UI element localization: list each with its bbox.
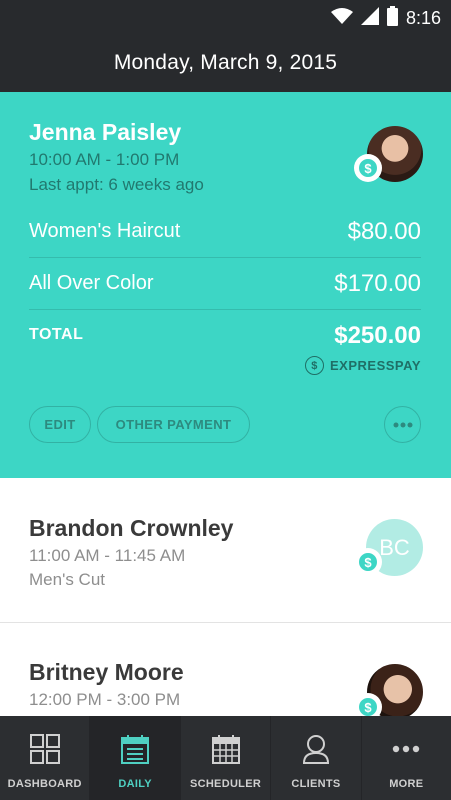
- other-payment-button[interactable]: OTHER PAYMENT: [97, 406, 250, 443]
- edit-button[interactable]: EDIT: [29, 406, 91, 443]
- more-dots-icon: [393, 422, 412, 427]
- service-name: Women's Haircut: [29, 220, 181, 242]
- tab-label: CLIENTS: [291, 778, 341, 790]
- client-name: Britney Moore: [29, 659, 184, 685]
- expresspay-label: EXPRESSPAY: [330, 358, 421, 373]
- appointment-time: 11:00 AM - 11:45 AM: [29, 546, 186, 565]
- dashboard-icon: [29, 734, 60, 764]
- status-time: 8:16: [405, 8, 441, 28]
- person-icon: [302, 735, 329, 764]
- service-name: All Over Color: [29, 272, 154, 294]
- tab-clients[interactable]: CLIENTS: [271, 716, 362, 800]
- client-name: Brandon Crownley: [29, 515, 234, 541]
- expresspay-indicator: $ EXPRESSPAY: [305, 356, 421, 375]
- total-label: TOTAL: [29, 326, 84, 343]
- appointment-time: 10:00 AM - 1:00 PM: [29, 150, 180, 169]
- dollar-icon: $: [305, 356, 324, 375]
- avatar-initials: BC: [379, 534, 410, 560]
- wifi-icon: [330, 7, 353, 30]
- service-row: Women's Haircut $80.00: [29, 206, 421, 258]
- dollar-icon: $: [357, 157, 379, 179]
- expresspay-badge: $: [354, 548, 382, 576]
- dollar-icon: $: [357, 551, 379, 573]
- service-price: $170.00: [334, 269, 421, 297]
- dollar-icon: $: [357, 696, 379, 718]
- last-appointment: Last appt: 6 weeks ago: [29, 175, 204, 194]
- tab-label: DAILY: [118, 778, 152, 790]
- tab-label: MORE: [389, 778, 424, 790]
- expresspay-badge: $: [354, 154, 382, 182]
- status-bar: 8:16: [0, 0, 451, 34]
- status-icons: 8:16: [330, 6, 441, 31]
- more-dots-icon: [393, 745, 420, 753]
- appointment-service: Men's Cut: [29, 570, 105, 589]
- appointment-time: 12:00 PM - 3:00 PM: [29, 690, 181, 709]
- more-options-button[interactable]: [384, 406, 421, 443]
- total-value: $250.00: [334, 322, 421, 349]
- tab-daily[interactable]: DAILY: [90, 716, 181, 800]
- tab-more[interactable]: MORE: [362, 716, 451, 800]
- appointment-row[interactable]: Britney Moore 12:00 PM - 3:00 PM $: [0, 623, 451, 721]
- calendar-list-icon: [121, 735, 150, 764]
- battery-icon: [386, 6, 398, 31]
- service-price: $80.00: [347, 217, 421, 245]
- tab-scheduler[interactable]: SCHEDULER: [181, 716, 272, 800]
- appointment-row[interactable]: Brandon Crownley 11:00 AM - 11:45 AM Men…: [0, 478, 451, 623]
- tab-dashboard[interactable]: DASHBOARD: [0, 716, 91, 800]
- bottom-tab-bar: DASHBOARD DAILY SCHEDULER CLIENTS MORE: [0, 716, 451, 800]
- calendar-grid-icon: [211, 735, 240, 764]
- tab-label: SCHEDULER: [189, 778, 262, 790]
- date-header: Monday, March 9, 2015: [0, 34, 451, 92]
- tab-label: DASHBOARD: [7, 778, 82, 790]
- page-title: Monday, March 9, 2015: [113, 51, 338, 74]
- client-name: Jenna Paisley: [29, 119, 182, 145]
- active-appointment-card[interactable]: Jenna Paisley 10:00 AM - 1:00 PM Last ap…: [0, 92, 451, 478]
- service-row: All Over Color $170.00: [29, 258, 421, 310]
- signal-icon: [360, 7, 379, 30]
